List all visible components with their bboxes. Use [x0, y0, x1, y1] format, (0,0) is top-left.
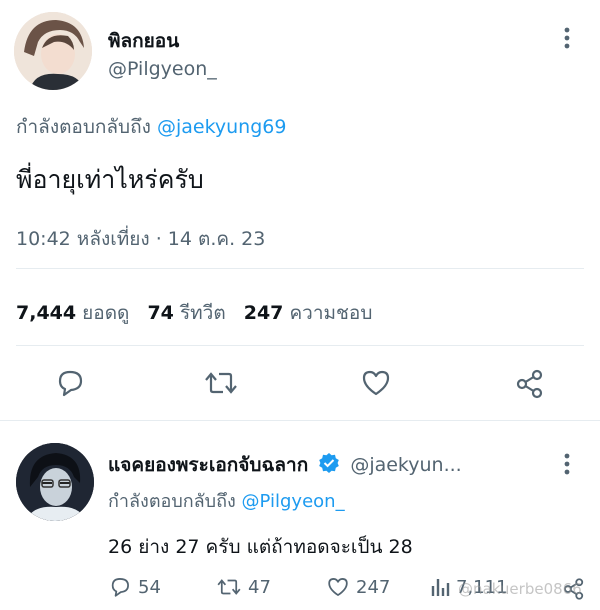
watermark: @nakuerbe0866 — [458, 580, 582, 598]
comment-icon — [108, 576, 132, 598]
like-icon — [326, 576, 350, 598]
avatar[interactable] — [14, 12, 92, 90]
reply-more-icon[interactable] — [562, 452, 572, 476]
tweet-text: พี่อายุเท่าไหร่ครับ — [16, 165, 204, 194]
reply-context: กำลังตอบกลับถึง @Pilgyeon_ — [108, 486, 345, 515]
display-name[interactable]: พิลกยอน — [108, 26, 179, 56]
reply-context: กำลังตอบกลับถึง @jaekyung69 — [16, 112, 286, 142]
reply-like-action[interactable]: 247 — [326, 576, 390, 598]
timestamp[interactable]: 10:42 หลังเที่ยง · 14 ต.ค. 23 — [16, 224, 265, 254]
reply-retweet-count: 47 — [248, 576, 271, 598]
verified-icon — [318, 452, 340, 474]
stats-row: 7,444 ยอดดู 74 รีทวีต 247 ความชอบ — [16, 298, 372, 328]
reply-like-count: 247 — [356, 576, 391, 598]
comment-icon[interactable] — [54, 368, 86, 398]
share-icon[interactable] — [514, 368, 546, 400]
reply-avatar[interactable] — [16, 443, 94, 521]
reply-header: แจคยองพระเอกจับฉลาก @jaekyun... — [108, 450, 462, 480]
reply-text: 26 ย่าง 27 ครับ แต่ถ้าทอดจะเป็น 28 — [108, 536, 413, 558]
retweet-icon[interactable] — [203, 368, 239, 398]
likes-label[interactable]: ความชอบ — [289, 302, 372, 324]
like-icon[interactable] — [360, 368, 392, 398]
reply-comment-action[interactable]: 54 — [108, 576, 161, 598]
more-icon[interactable] — [562, 26, 572, 50]
retweets-label[interactable]: รีทวีต — [180, 302, 226, 324]
reply-to-link[interactable]: @Pilgyeon_ — [242, 491, 345, 512]
retweets-count[interactable]: 74 — [147, 302, 173, 324]
reply-display-name[interactable]: แจคยองพระเอกจับฉลาก — [108, 454, 308, 476]
views-icon — [430, 576, 450, 598]
views-label[interactable]: ยอดดู — [82, 302, 129, 324]
likes-count[interactable]: 247 — [244, 302, 284, 324]
reply-retweet-action[interactable]: 47 — [216, 576, 271, 598]
reply-prefix: กำลังตอบกลับถึง — [108, 491, 236, 512]
reply-prefix: กำลังตอบกลับถึง — [16, 116, 151, 138]
handle[interactable]: @Pilgyeon_ — [108, 58, 217, 80]
reply-handle[interactable]: @jaekyun... — [350, 454, 461, 476]
reply-to-link[interactable]: @jaekyung69 — [157, 116, 287, 138]
retweet-icon — [216, 576, 242, 598]
reply-comment-count: 54 — [138, 576, 161, 598]
views-count[interactable]: 7,444 — [16, 302, 76, 324]
